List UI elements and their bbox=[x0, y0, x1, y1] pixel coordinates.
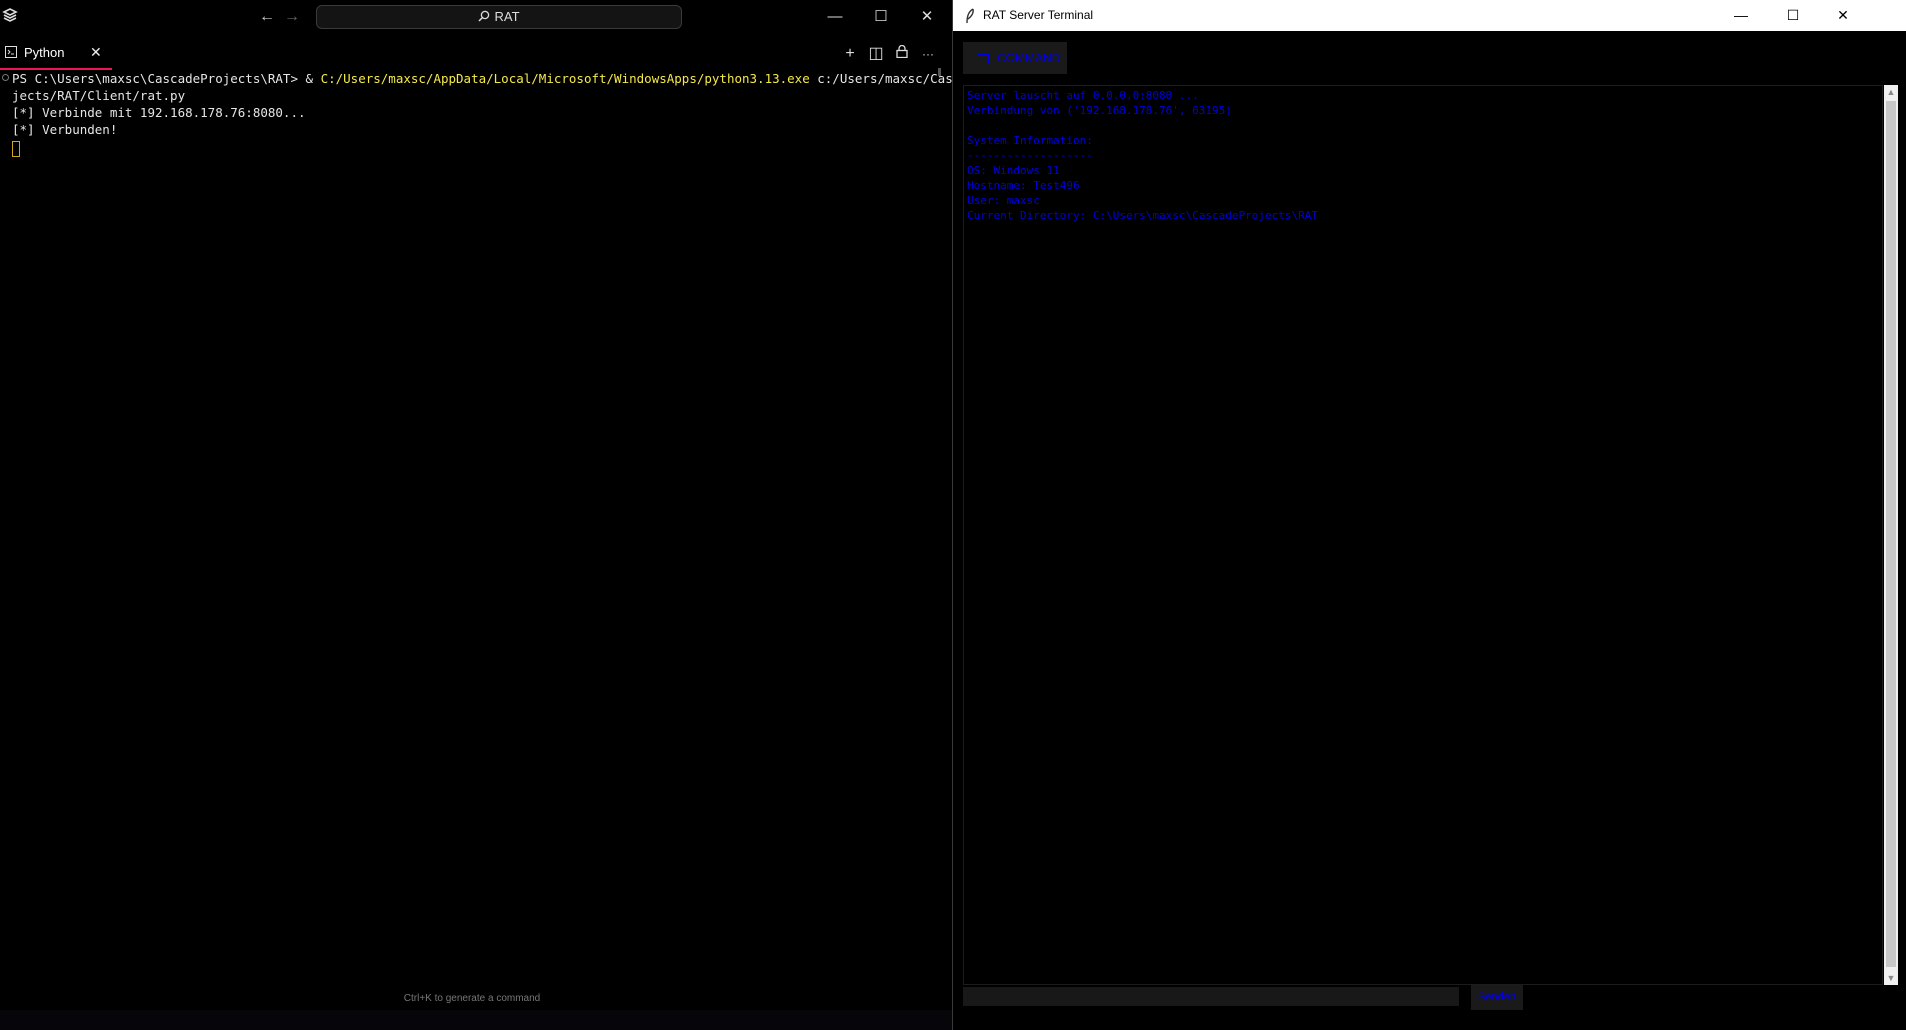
minimize-button[interactable]: — bbox=[1719, 3, 1763, 27]
app-logo-icon bbox=[2, 8, 18, 24]
scroll-up-icon[interactable]: ▲ bbox=[1884, 85, 1898, 99]
output-line: System Information: bbox=[967, 134, 1093, 147]
command-input[interactable] bbox=[963, 987, 1459, 1006]
output-line: OS: Windows 11 bbox=[967, 164, 1060, 177]
scrollbar-thumb[interactable] bbox=[1886, 101, 1896, 967]
server-titlebar: RAT Server Terminal — ☐ ✕ bbox=[953, 0, 1906, 31]
command-icon bbox=[977, 53, 989, 64]
tab-python[interactable]: Python ✕ bbox=[0, 36, 112, 70]
python-path: C:/Users/maxsc/AppData/Local/Microsoft/W… bbox=[320, 71, 810, 86]
terminal-line-connected: [*] Verbunden! bbox=[12, 122, 118, 137]
search-icon bbox=[478, 7, 490, 29]
maximize-button[interactable]: ☐ bbox=[1771, 3, 1815, 27]
output-line: User: maxsc bbox=[967, 194, 1040, 207]
more-options-icon[interactable]: ··· bbox=[918, 44, 938, 64]
send-button[interactable]: Senden bbox=[1471, 985, 1523, 1010]
command-button-label: COMMAND bbox=[997, 51, 1061, 65]
script-path-part2: jects/RAT/Client/rat.py bbox=[12, 88, 186, 103]
output-scrollbar[interactable]: ▲ ▼ bbox=[1884, 85, 1898, 985]
close-button[interactable]: ✕ bbox=[907, 4, 947, 30]
script-path-part1: c:/Users/maxsc/CascadePro bbox=[817, 71, 952, 86]
output-line: ------------------- bbox=[967, 149, 1093, 162]
forward-arrow-icon[interactable]: → bbox=[281, 6, 303, 28]
close-button[interactable]: ✕ bbox=[1821, 3, 1865, 27]
window-title: RAT Server Terminal bbox=[983, 8, 1094, 22]
terminal-cursor bbox=[12, 140, 20, 157]
status-bar bbox=[0, 1010, 952, 1030]
minimize-button[interactable]: — bbox=[815, 4, 855, 30]
server-output-text: Server lauscht auf 0.0.0.0:8080 ... Verbi… bbox=[967, 88, 1318, 223]
maximize-button[interactable]: ☐ bbox=[861, 4, 901, 30]
search-label: RAT bbox=[494, 9, 520, 24]
input-caret bbox=[965, 990, 966, 1003]
tab-close-icon[interactable]: ✕ bbox=[90, 44, 102, 61]
tk-feather-icon bbox=[965, 8, 975, 24]
tab-label: Python bbox=[24, 45, 65, 60]
output-line: Verbindung von ('192.168.178.76', 63195) bbox=[967, 104, 1232, 117]
terminal-tabbar: Python ✕ + ◫ ··· bbox=[0, 36, 952, 70]
back-arrow-icon[interactable]: ← bbox=[256, 6, 278, 28]
lock-icon[interactable] bbox=[892, 44, 912, 64]
new-terminal-icon[interactable]: + bbox=[840, 44, 860, 64]
search-command-center[interactable]: RAT bbox=[316, 5, 682, 29]
generate-command-hint: Ctrl+K to generate a command bbox=[403, 993, 541, 1004]
terminal-line-connecting: [*] Verbinde mit 192.168.178.76:8080... bbox=[12, 105, 306, 120]
split-terminal-icon[interactable]: ◫ bbox=[866, 44, 886, 64]
terminal-icon bbox=[5, 46, 17, 58]
editor-titlebar: ← → RAT — ☐ ✕ bbox=[0, 0, 952, 34]
command-decoration-icon bbox=[2, 74, 9, 81]
editor-terminal-window: ← → RAT — ☐ ✕ Python ✕ + ◫ ··· PS C:\Use… bbox=[0, 0, 952, 1030]
output-line: Current Directory: C:\Users\maxsc\Cascad… bbox=[967, 209, 1318, 222]
output-line: Hostname: Test496 bbox=[967, 179, 1080, 192]
terminal-prompt: PS C:\Users\maxsc\CascadeProjects\RAT> & bbox=[12, 71, 321, 86]
server-output-area[interactable]: Server lauscht auf 0.0.0.0:8080 ... Verbi… bbox=[963, 85, 1883, 985]
command-button[interactable]: COMMAND bbox=[963, 42, 1067, 74]
output-line: Server lauscht auf 0.0.0.0:8080 ... bbox=[967, 89, 1199, 102]
rat-server-terminal-window: RAT Server Terminal — ☐ ✕ COMMAND Server… bbox=[952, 0, 1906, 1030]
terminal-output[interactable]: PS C:\Users\maxsc\CascadeProjects\RAT> &… bbox=[12, 70, 952, 157]
scroll-down-icon[interactable]: ▼ bbox=[1884, 971, 1898, 985]
